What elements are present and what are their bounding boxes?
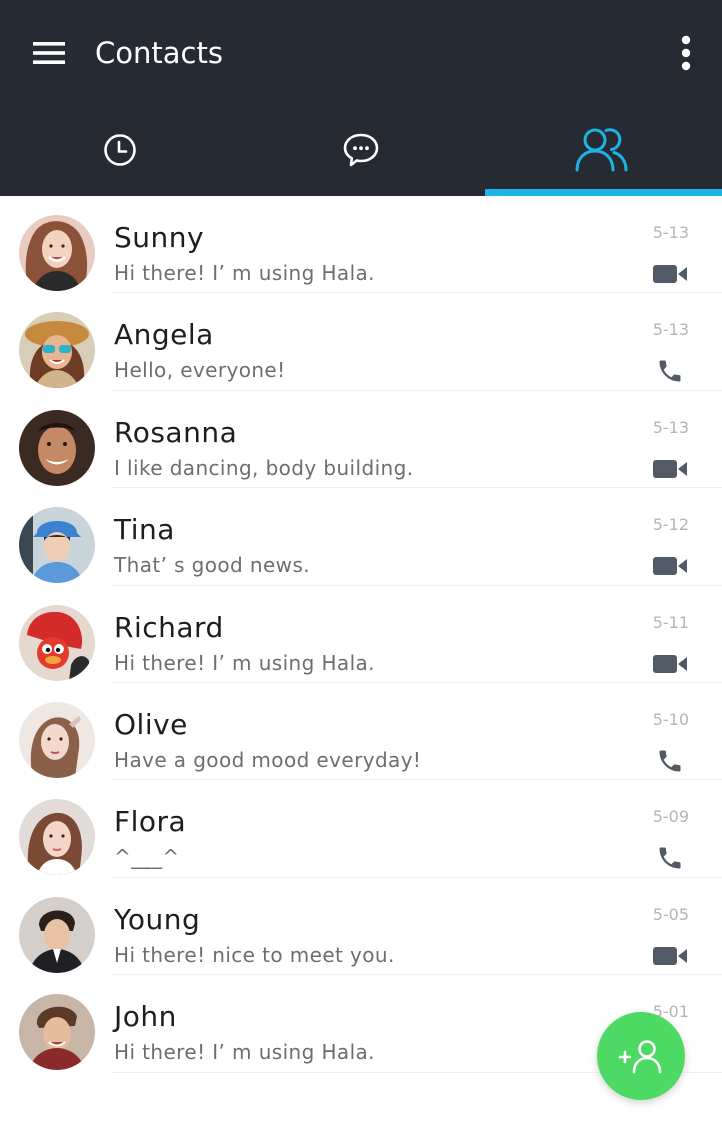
page-title: Contacts — [95, 36, 223, 70]
contact-name: John — [114, 1000, 177, 1034]
avatar — [19, 994, 95, 1071]
contact-name: Tina — [114, 513, 175, 547]
contact-date: 5-11 — [652, 612, 689, 632]
contact-date: 5-12 — [652, 515, 689, 535]
voice-call-button[interactable] — [651, 358, 689, 384]
more-options-button[interactable] — [664, 28, 708, 78]
contact-status: Hi there! I’ m using Hala. — [114, 1040, 375, 1065]
contact-row[interactable]: Young Hi there! nice to meet you. 5-05 — [0, 878, 722, 976]
contact-row[interactable]: Sunny Hi there! I’ m using Hala. 5-13 — [0, 196, 722, 294]
contact-row[interactable]: Richard Hi there! I’ m using Hala. 5-11 — [0, 586, 722, 683]
avatar — [19, 507, 95, 584]
chat-bubble-icon — [343, 133, 379, 167]
voice-call-button[interactable] — [651, 845, 689, 871]
contact-date: 5-10 — [652, 709, 689, 729]
avatar — [19, 312, 95, 389]
contacts-group-icon — [575, 128, 628, 172]
contact-date: 5-05 — [652, 904, 689, 924]
video-camera-icon — [653, 557, 687, 576]
tab-chats[interactable] — [241, 104, 482, 196]
contact-date: 5-13 — [652, 223, 689, 242]
tab-contacts[interactable] — [481, 104, 722, 196]
active-tab-indicator — [485, 189, 722, 196]
video-call-button[interactable] — [651, 553, 689, 579]
contact-date: 5-13 — [652, 417, 689, 437]
contact-status: Hello, everyone! — [114, 358, 286, 383]
video-camera-icon — [653, 946, 687, 965]
avatar — [19, 896, 95, 973]
avatar — [19, 215, 95, 291]
phone-icon — [659, 750, 681, 772]
contact-status: Hi there! nice to meet you. — [114, 942, 395, 967]
contact-row[interactable]: Rosanna I like dancing, body building. 5… — [0, 391, 722, 489]
phone-icon — [659, 847, 681, 869]
menu-button[interactable] — [22, 28, 76, 78]
contact-list: Sunny Hi there! I’ m using Hala. 5-13 An… — [0, 196, 722, 1073]
contact-status: ^___^ — [114, 845, 180, 870]
more-vertical-icon — [681, 35, 691, 71]
video-camera-icon — [653, 265, 687, 283]
tab-bar — [0, 104, 722, 196]
contact-name: Young — [114, 902, 201, 936]
clock-icon — [104, 134, 137, 166]
tab-recent[interactable] — [0, 104, 241, 196]
contact-row[interactable]: Olive Have a good mood everyday! 5-10 — [0, 683, 722, 781]
video-call-button[interactable] — [651, 456, 689, 482]
contact-date: 5-09 — [652, 807, 689, 827]
avatar — [19, 409, 95, 486]
voice-call-button[interactable] — [651, 748, 689, 774]
contact-name: Sunny — [114, 221, 205, 254]
contact-status: Hi there! I’ m using Hala. — [114, 650, 375, 675]
hamburger-menu-icon — [33, 42, 65, 64]
contact-date: 5-13 — [652, 320, 689, 340]
avatar — [19, 701, 95, 778]
video-call-button[interactable] — [651, 943, 689, 969]
app-bar: Contacts — [0, 0, 722, 196]
contact-name: Angela — [114, 318, 214, 352]
contact-status: That’ s good news. — [114, 553, 311, 578]
video-camera-icon — [653, 459, 687, 478]
add-contact-icon — [618, 1040, 662, 1074]
contact-status: Have a good mood everyday! — [114, 747, 422, 772]
contact-name: Rosanna — [114, 415, 238, 449]
contact-status: Hi there! I’ m using Hala. — [114, 261, 375, 285]
contact-name: Richard — [114, 610, 224, 644]
avatar — [19, 799, 95, 876]
contact-name: Olive — [114, 707, 188, 741]
add-contact-button[interactable] — [597, 1012, 685, 1100]
avatar — [19, 604, 95, 681]
video-camera-icon — [653, 654, 687, 673]
video-call-button[interactable] — [651, 651, 689, 677]
contact-status: I like dancing, body building. — [114, 455, 414, 480]
contact-row[interactable]: Tina That’ s good news. 5-12 — [0, 488, 722, 586]
contact-row[interactable]: Flora ^___^ 5-09 — [0, 780, 722, 878]
contact-name: Flora — [114, 805, 187, 839]
contact-row[interactable]: Angela Hello, everyone! 5-13 — [0, 293, 722, 391]
video-call-button[interactable] — [651, 261, 689, 287]
phone-icon — [659, 360, 681, 382]
